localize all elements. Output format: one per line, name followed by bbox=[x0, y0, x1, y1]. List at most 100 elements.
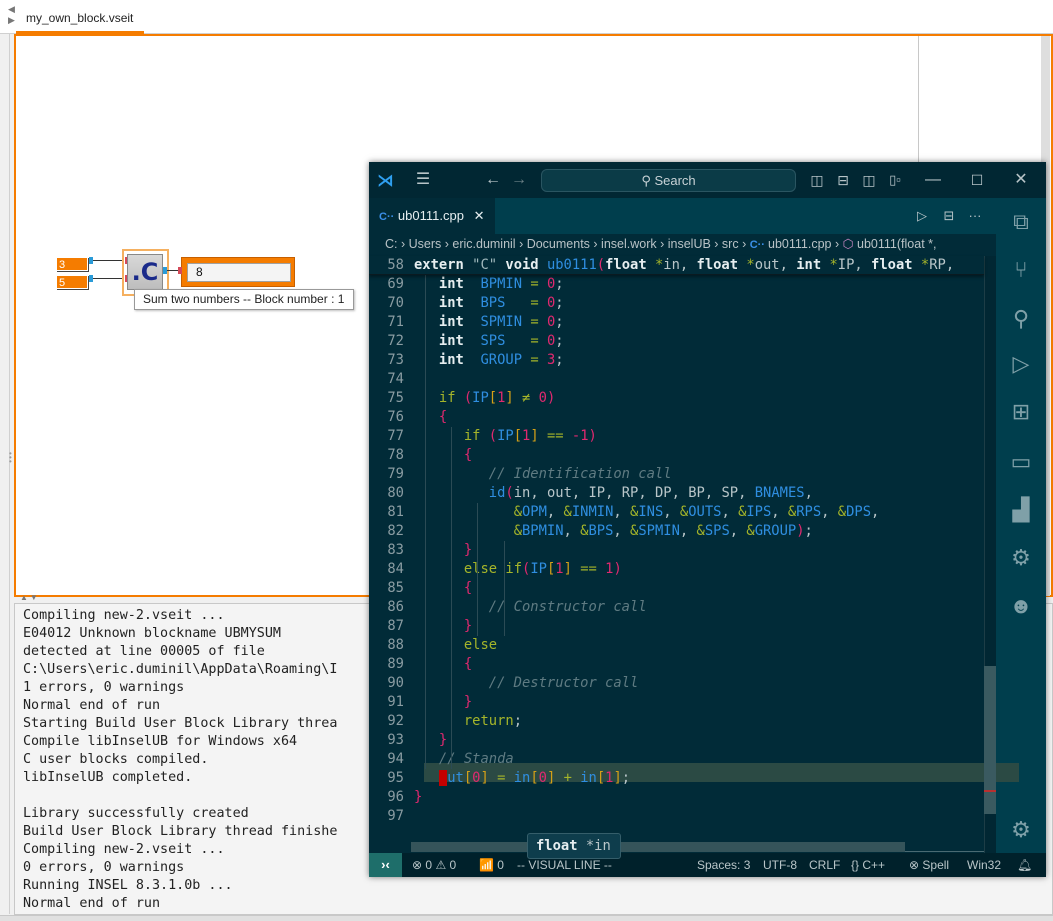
indent-guide bbox=[504, 541, 505, 636]
breadcrumb-item[interactable]: eric.duminil bbox=[452, 237, 515, 251]
search-icon[interactable]: ⚲ bbox=[996, 299, 1046, 339]
code-line[interactable]: 71 int SPMIN = 0; bbox=[369, 313, 984, 332]
breadcrumb-item[interactable]: src bbox=[722, 237, 739, 251]
code-line[interactable]: 96} bbox=[369, 788, 984, 807]
code-line[interactable]: 89 { bbox=[369, 655, 984, 674]
cpp-file-icon: C·· bbox=[379, 211, 395, 223]
document-tab[interactable]: my_own_block.vseit bbox=[16, 0, 144, 34]
code-line[interactable]: 80 id(in, out, IP, RP, DP, BP, SP, BNAME… bbox=[369, 484, 984, 503]
breadcrumb-item[interactable]: C·· ub0111.cpp bbox=[750, 237, 832, 251]
constant-block-2[interactable]: 5 bbox=[56, 275, 88, 289]
spell-check[interactable]: ⊗ Spell bbox=[909, 853, 949, 877]
code-line[interactable]: 78 { bbox=[369, 446, 984, 465]
c-user-block[interactable]: .C bbox=[127, 254, 163, 290]
close-icon[interactable]: ✕ bbox=[1007, 162, 1035, 198]
maximize-icon[interactable]: ☐ bbox=[963, 162, 991, 198]
file-tab[interactable]: C·· ub0111.cpp ✕ bbox=[369, 198, 495, 234]
constant-block-1[interactable]: 3 bbox=[56, 257, 88, 271]
breadcrumb-separator: › bbox=[397, 237, 409, 251]
code-line[interactable]: 74 bbox=[369, 370, 984, 389]
warning-icon: ⚠ bbox=[435, 858, 447, 872]
breadcrumb-item[interactable]: ⬡ ub0111(float *, bbox=[843, 237, 937, 251]
wire[interactable] bbox=[93, 278, 123, 279]
code-line[interactable]: 88 else bbox=[369, 636, 984, 655]
run-icon[interactable]: ▷ bbox=[911, 198, 933, 234]
source-control-icon[interactable]: ⑂ bbox=[996, 250, 1046, 290]
run-debug-icon[interactable]: ▷ bbox=[996, 344, 1046, 384]
breadcrumb-separator: › bbox=[738, 237, 750, 251]
input-port[interactable] bbox=[178, 267, 182, 274]
breadcrumb-item[interactable]: C: bbox=[385, 237, 398, 251]
status-bar: ›‹ ⊗ 0 ⚠ 0 📶 0 -- VISUAL LINE -- Spaces:… bbox=[369, 853, 1046, 877]
breadcrumb-separator: › bbox=[589, 237, 602, 251]
breadcrumb-item[interactable]: Documents bbox=[527, 237, 590, 251]
file-tab-label: ub0111.cpp bbox=[397, 208, 464, 223]
menu-icon[interactable]: ☰ bbox=[411, 162, 435, 198]
command-center-search[interactable]: ⚲ Search bbox=[541, 169, 796, 192]
minimize-icon[interactable]: — bbox=[919, 162, 947, 198]
code-line[interactable]: 70 int BPS = 0; bbox=[369, 294, 984, 313]
line-ending[interactable]: CRLF bbox=[809, 853, 840, 877]
notifications-bell-icon[interactable]: 🔔︎ bbox=[1017, 853, 1032, 877]
code-line[interactable]: 83 } bbox=[369, 541, 984, 560]
breadcrumb-item[interactable]: insel.work bbox=[601, 237, 657, 251]
code-line[interactable]: 86 // Constructor call bbox=[369, 598, 984, 617]
settings-gear-icon[interactable]: ⚙ bbox=[996, 810, 1046, 850]
encoding[interactable]: UTF-8 bbox=[763, 853, 797, 877]
code-line[interactable]: 90 // Destructor call bbox=[369, 674, 984, 693]
code-line[interactable]: 95 out[0] = in[0] + in[1]; bbox=[369, 769, 984, 788]
remote-indicator-icon[interactable]: ›‹ bbox=[369, 853, 402, 877]
code-line[interactable]: 76 { bbox=[369, 408, 984, 427]
code-line[interactable]: 94 // Standa bbox=[369, 750, 984, 769]
bottom-scrollbar[interactable] bbox=[0, 915, 1053, 921]
problems-indicator[interactable]: ⊗ 0 ⚠ 0 bbox=[412, 853, 456, 877]
ports-indicator[interactable]: 📶 0 bbox=[479, 853, 504, 877]
customize-layout-icon[interactable]: ▯▫ bbox=[884, 162, 906, 198]
cmake-icon[interactable]: ⚙ bbox=[996, 538, 1046, 578]
code-line[interactable]: 93 } bbox=[369, 731, 984, 750]
back-arrow-icon[interactable]: ← bbox=[481, 162, 505, 198]
code-line[interactable]: 84 else if(IP[1] == 1) bbox=[369, 560, 984, 579]
broadcast-icon: 📶 bbox=[479, 858, 494, 872]
breadcrumb-item[interactable]: inselUB bbox=[668, 237, 711, 251]
editor-horizontal-scrollbar[interactable] bbox=[411, 842, 905, 852]
language-mode[interactable]: {} C++ bbox=[851, 853, 885, 877]
platform[interactable]: Win32 bbox=[967, 853, 1001, 877]
code-line[interactable]: 79 // Identification call bbox=[369, 465, 984, 484]
code-line[interactable]: 91 } bbox=[369, 693, 984, 712]
code-line[interactable]: 87 } bbox=[369, 617, 984, 636]
panel-resize-grip[interactable]: • • • bbox=[9, 450, 13, 468]
toggle-panel-icon[interactable]: ⊟ bbox=[832, 162, 854, 198]
sticky-scroll-line[interactable]: 58 extern "C" void ub0111(float *in, floa… bbox=[369, 256, 984, 275]
code-line[interactable]: 81 &OPM, &INMIN, &INS, &OUTS, &IPS, &RPS… bbox=[369, 503, 984, 522]
explorer-icon[interactable]: ⧉ bbox=[996, 202, 1046, 242]
split-editor-icon[interactable]: ⊟ bbox=[938, 198, 960, 234]
code-line[interactable]: 97 bbox=[369, 807, 984, 826]
indentation[interactable]: Spaces: 3 bbox=[697, 853, 750, 877]
toggle-primary-sidebar-icon[interactable]: ◫ bbox=[806, 162, 828, 198]
code-line[interactable]: 92 return; bbox=[369, 712, 984, 731]
code-line[interactable]: 82 &BPMIN, &BPS, &SPMIN, &SPS, &GROUP); bbox=[369, 522, 984, 541]
extensions-icon[interactable]: ⊞ bbox=[996, 392, 1046, 432]
code-editor[interactable]: 58 extern "C" void ub0111(float *in, floa… bbox=[369, 256, 1019, 877]
code-line[interactable]: 73 int GROUP = 3; bbox=[369, 351, 984, 370]
breadcrumb-separator: › bbox=[831, 237, 843, 251]
remote-explorer-icon[interactable]: ▭ bbox=[996, 442, 1046, 482]
breadcrumb[interactable]: C: › Users › eric.duminil › Documents › … bbox=[369, 234, 996, 256]
breadcrumb-item[interactable]: Users bbox=[409, 237, 442, 251]
toggle-secondary-sidebar-icon[interactable]: ◫ bbox=[858, 162, 880, 198]
code-line[interactable]: 77 if (IP[1] == -1) bbox=[369, 427, 984, 446]
indent-guide bbox=[425, 275, 426, 769]
code-line[interactable]: 75 if (IP[1] ≠ 0) bbox=[369, 389, 984, 408]
forward-arrow-icon[interactable]: → bbox=[507, 162, 531, 198]
code-line[interactable]: 85 { bbox=[369, 579, 984, 598]
splitter-arrows[interactable]: ▲▼ bbox=[20, 593, 44, 603]
hover-tooltip: float *in bbox=[527, 833, 621, 859]
code-line[interactable]: 72 int SPS = 0; bbox=[369, 332, 984, 351]
docker-icon[interactable]: ▟ bbox=[996, 490, 1046, 530]
wire[interactable] bbox=[93, 260, 123, 261]
code-line[interactable]: 69 int BPMIN = 0; bbox=[369, 275, 984, 294]
more-actions-icon[interactable]: ··· bbox=[964, 198, 986, 234]
close-tab-icon[interactable]: ✕ bbox=[474, 208, 485, 223]
platformio-icon[interactable]: ☻ bbox=[996, 586, 1046, 626]
